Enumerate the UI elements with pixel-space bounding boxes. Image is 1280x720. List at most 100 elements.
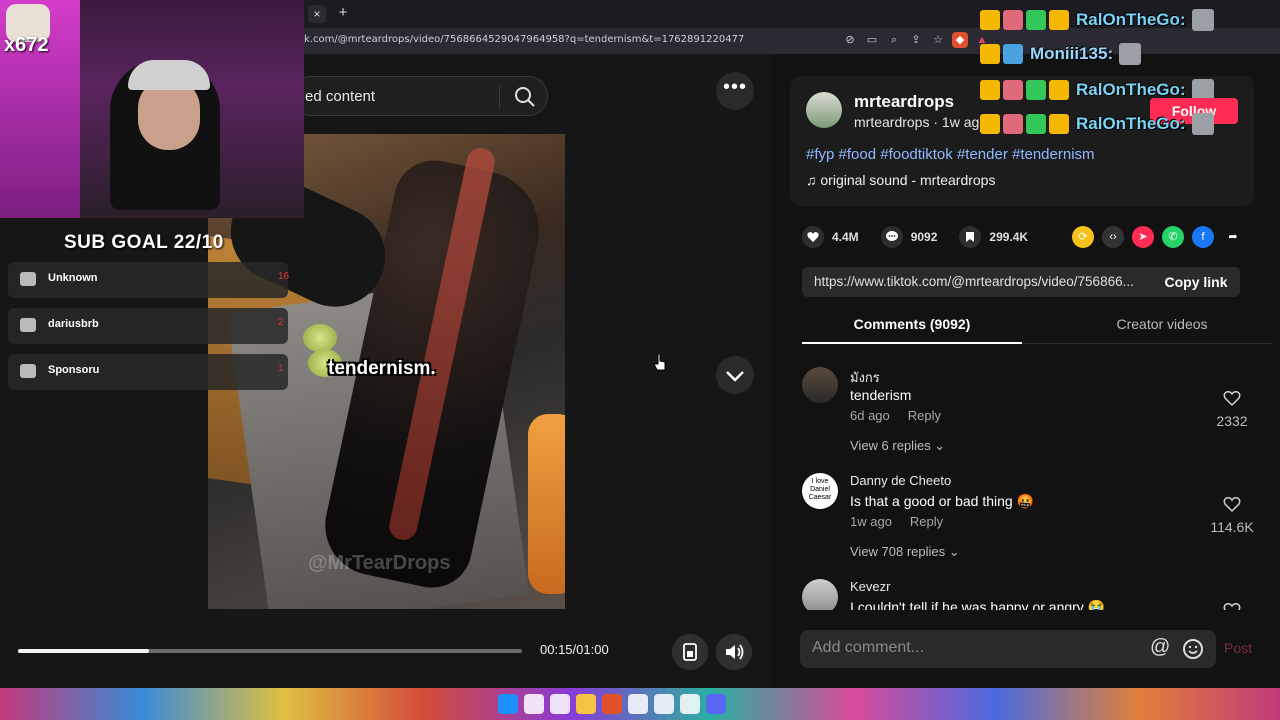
crown-badge-icon	[980, 114, 1000, 134]
comment-meta: 6d ago Reply	[850, 408, 941, 423]
app-icon[interactable]	[550, 694, 570, 714]
like-stat[interactable]: 4.4M	[802, 226, 859, 248]
search-taskbar-icon[interactable]	[524, 694, 544, 714]
orange-slice	[528, 414, 565, 594]
heart-outline-icon[interactable]	[1223, 496, 1241, 513]
video-hashtags[interactable]: #fyp #food #foodtiktok #tender #tenderni…	[806, 146, 1095, 163]
author-name[interactable]: mrteardrops	[854, 92, 954, 112]
chat-message: RalOnTheGo:	[980, 112, 1214, 136]
bookmark-icon[interactable]: ☆	[930, 32, 946, 48]
comment-count: 9092	[910, 230, 938, 244]
share-icons: ⟳ ‹› ➤ ✆ f ➦	[1072, 226, 1244, 248]
emoji-icon[interactable]	[1182, 638, 1204, 660]
app-icon[interactable]	[680, 694, 700, 714]
share-link-box: https://www.tiktok.com/@mrteardrops/vide…	[802, 267, 1240, 297]
mention-icon[interactable]: @	[1150, 636, 1170, 659]
commenter-name[interactable]: Danny de Cheeto	[850, 473, 951, 488]
folder-icon[interactable]	[576, 694, 596, 714]
windows-start-icon[interactable]	[498, 694, 518, 714]
comment-like-count: 114.6K	[1210, 519, 1254, 535]
comment-input[interactable]: Add comment... @	[800, 630, 1216, 668]
url-toolbar: ⊘ ▭ ⌕ ⇪ ☆ ◆ ▲	[842, 32, 990, 48]
chat-emote-icon	[1191, 9, 1214, 31]
chat-username: RalOnTheGo:	[1076, 10, 1186, 29]
no-camera-icon[interactable]: ⊘	[842, 32, 858, 48]
share-link[interactable]: https://www.tiktok.com/@mrteardrops/vide…	[814, 274, 1144, 289]
sub-count: 2	[278, 317, 284, 328]
volume-icon[interactable]	[716, 634, 752, 670]
commenter-name[interactable]: มังกร	[850, 367, 880, 388]
chat-message: RalOnTheGo:	[980, 8, 1214, 32]
comment-time: 1w ago	[850, 514, 892, 529]
taskbar	[0, 688, 1280, 720]
reply-button[interactable]: Reply	[908, 408, 941, 423]
comment-like[interactable]: 114.6K	[1202, 496, 1262, 535]
crown-badge-icon	[980, 10, 1000, 30]
user-icon	[20, 272, 36, 286]
app-icon[interactable]	[654, 694, 674, 714]
video-sound[interactable]: ♫ original sound - mrteardrops	[806, 172, 995, 188]
video-time: 00:15/01:00	[540, 642, 609, 657]
brave-shield-icon[interactable]: ◆	[952, 32, 968, 48]
more-share-icon[interactable]: ➦	[1222, 226, 1244, 248]
tab-creator-videos[interactable]: Creator videos	[1052, 312, 1272, 344]
repost-icon[interactable]: ⟳	[1072, 226, 1094, 248]
screen-icon[interactable]: ▭	[864, 32, 880, 48]
discord-icon[interactable]	[706, 694, 726, 714]
chat-emote-icon	[1191, 113, 1214, 135]
comment-input-placeholder[interactable]: Add comment...	[812, 639, 924, 657]
screen: × + k.com/@mrteardrops/video/75686645290…	[0, 0, 1280, 720]
comment-meta: 1w ago Reply	[850, 514, 943, 529]
new-tab-button[interactable]: +	[334, 4, 352, 22]
miniplayer-icon[interactable]	[672, 634, 708, 670]
url-text[interactable]: k.com/@mrteardrops/video/756866452904796…	[304, 34, 744, 45]
chat-username: Moniii135:	[1030, 44, 1114, 63]
whatsapp-icon[interactable]: ✆	[1162, 226, 1184, 248]
copy-link-button[interactable]: Copy link	[1152, 267, 1240, 297]
comment-time: 6d ago	[850, 408, 890, 423]
comment-icon[interactable]	[880, 226, 903, 248]
commenter-avatar[interactable]	[802, 579, 838, 610]
emote-badge-icon	[1003, 80, 1023, 100]
comment-like[interactable]	[1202, 602, 1262, 610]
search-input[interactable]: ed content	[305, 88, 375, 105]
video-caption: tendernism.	[328, 358, 436, 379]
commenter-avatar[interactable]: I love Daniel Caesar	[802, 473, 838, 509]
taskbar-apps	[498, 694, 726, 714]
user-icon	[20, 318, 36, 332]
video-progress-fill	[18, 649, 150, 653]
share-icon[interactable]: ⇪	[908, 32, 924, 48]
embed-icon[interactable]: ‹›	[1102, 226, 1124, 248]
user-icon	[20, 364, 36, 378]
search-bar[interactable]: ed content	[290, 76, 548, 116]
author-avatar[interactable]	[806, 92, 842, 128]
save-stat[interactable]: 299.4K	[959, 226, 1028, 248]
send-icon[interactable]: ➤	[1132, 226, 1154, 248]
bookmark-icon[interactable]	[959, 226, 982, 248]
view-replies-button[interactable]: View 6 replies ⌄	[850, 438, 945, 454]
comment-stat[interactable]: 9092	[880, 226, 938, 248]
view-replies-button[interactable]: View 708 replies ⌄	[850, 544, 960, 560]
reply-button[interactable]: Reply	[910, 514, 943, 529]
comment-like[interactable]: 2332	[1202, 390, 1262, 429]
commenter-name[interactable]: Kevezr	[850, 579, 890, 594]
more-options-button[interactable]: •••	[716, 72, 754, 110]
heart-outline-icon[interactable]	[1223, 602, 1241, 610]
tab-close-button[interactable]: ×	[308, 5, 326, 23]
next-video-button[interactable]	[716, 356, 754, 394]
sub-name: dariusbrb	[48, 318, 99, 330]
post-button[interactable]: Post	[1224, 640, 1252, 656]
heart-icon[interactable]	[802, 226, 824, 248]
streamer-beanie	[128, 60, 210, 90]
video-progress-bar[interactable]	[18, 649, 522, 653]
video-stats: 4.4M 9092 299.4K	[802, 226, 1050, 248]
heart-outline-icon[interactable]	[1223, 390, 1241, 407]
brave-icon[interactable]	[602, 694, 622, 714]
sub-count: 1	[278, 363, 284, 374]
zoom-icon[interactable]: ⌕	[886, 32, 902, 48]
tab-comments[interactable]: Comments (9092)	[802, 312, 1022, 344]
search-icon[interactable]	[511, 83, 539, 111]
facebook-icon[interactable]: f	[1192, 226, 1214, 248]
app-icon[interactable]	[628, 694, 648, 714]
commenter-avatar[interactable]	[802, 367, 838, 403]
